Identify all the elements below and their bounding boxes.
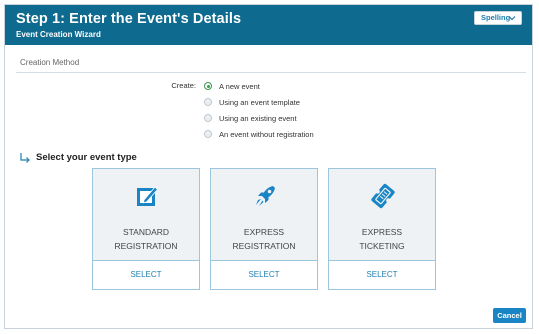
cancel-button[interactable]: Cancel (493, 308, 526, 323)
select-button[interactable]: SELECT (329, 261, 435, 289)
radio-button[interactable] (204, 130, 212, 138)
section-divider (16, 72, 526, 73)
ticket-icon (371, 183, 395, 209)
radio-option-event-template[interactable]: Using an event template (204, 96, 300, 108)
card-express-registration[interactable]: EXPRESS REGISTRATION SELECT (210, 168, 318, 290)
create-label: Create: (171, 81, 196, 90)
select-button[interactable]: SELECT (211, 261, 317, 289)
card-title-line-2: REGISTRATION (232, 241, 296, 251)
card-express-ticketing[interactable]: EXPRESS TICKETING SELECT (328, 168, 436, 290)
radio-button[interactable] (204, 114, 212, 122)
edit-square-icon (137, 186, 159, 206)
radio-label: An event without registration (219, 129, 314, 139)
arrow-down-right-icon (20, 153, 30, 163)
spelling-dropdown-label: Spelling (481, 13, 511, 22)
radio-option-no-registration[interactable]: An event without registration (204, 128, 314, 140)
card-title-line-2: TICKETING (359, 241, 405, 251)
wizard-window: Step 1: Enter the Event's Details Event … (4, 4, 533, 329)
card-title: EXPRESS TICKETING (329, 225, 435, 253)
wizard-header: Step 1: Enter the Event's Details Event … (5, 5, 532, 45)
spelling-dropdown[interactable]: Spelling (474, 11, 522, 25)
card-title-line-1: EXPRESS (361, 227, 403, 237)
radio-option-existing-event[interactable]: Using an existing event (204, 112, 297, 124)
card-title-line-1: EXPRESS (243, 227, 285, 237)
event-type-heading: Select your event type (36, 152, 137, 163)
select-button[interactable]: SELECT (93, 261, 199, 289)
radio-label: Using an existing event (219, 113, 297, 123)
rocket-icon (256, 186, 275, 206)
card-standard-registration[interactable]: STANDARD REGISTRATION SELECT (92, 168, 200, 290)
creation-method-label: Creation Method (20, 58, 80, 67)
card-title: EXPRESS REGISTRATION (211, 225, 317, 253)
page-title: Step 1: Enter the Event's Details (16, 11, 242, 27)
radio-button[interactable] (204, 98, 212, 106)
page-subtitle: Event Creation Wizard (16, 30, 101, 39)
card-title-line-2: REGISTRATION (114, 241, 178, 251)
chevron-down-icon (508, 16, 516, 21)
radio-option-new-event[interactable]: A new event (204, 80, 260, 92)
radio-label: Using an event template (219, 97, 300, 107)
radio-label: A new event (219, 81, 260, 91)
radio-button[interactable] (204, 82, 212, 90)
card-title-line-1: STANDARD (122, 227, 170, 237)
card-title: STANDARD REGISTRATION (93, 225, 199, 253)
